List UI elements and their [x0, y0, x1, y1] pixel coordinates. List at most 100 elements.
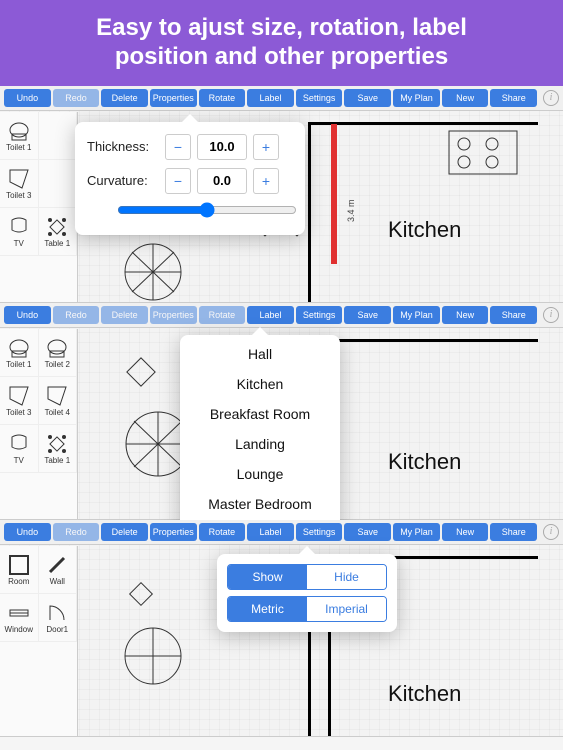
- label-option[interactable]: Master Bedroom: [180, 489, 340, 519]
- settings-button[interactable]: Settings: [296, 89, 343, 107]
- info-icon[interactable]: i: [543, 90, 559, 106]
- redo-button[interactable]: Redo: [53, 306, 100, 324]
- save-button[interactable]: Save: [344, 306, 391, 324]
- curvature-decrement[interactable]: −: [165, 168, 191, 194]
- palette-item[interactable]: Toilet 3: [0, 377, 39, 425]
- metric-button[interactable]: Metric: [228, 597, 307, 621]
- myplan-button[interactable]: My Plan: [393, 89, 440, 107]
- delete-button[interactable]: Delete: [101, 89, 148, 107]
- undo-button[interactable]: Undo: [4, 306, 51, 324]
- save-button[interactable]: Save: [344, 523, 391, 541]
- label-button[interactable]: Label: [247, 89, 294, 107]
- palette-item[interactable]: Toilet 4: [39, 377, 78, 425]
- dimension-label: 3.4 m: [346, 199, 356, 222]
- share-button[interactable]: Share: [490, 306, 537, 324]
- room-icon: [7, 553, 31, 577]
- room-label[interactable]: Kitchen: [388, 217, 461, 243]
- palette-item[interactable]: [39, 160, 78, 208]
- panel-settings: Undo Redo Delete Properties Rotate Label…: [0, 520, 563, 737]
- palette-item[interactable]: Window: [0, 594, 39, 642]
- object-palette: Toilet 1 Toilet 2 Toilet 3 Toilet 4 TV T…: [0, 329, 78, 519]
- thickness-increment[interactable]: +: [253, 134, 279, 160]
- toilet4-icon: [45, 384, 69, 408]
- label-button[interactable]: Label: [247, 523, 294, 541]
- label-option[interactable]: Breakfast Room: [180, 399, 340, 429]
- myplan-button[interactable]: My Plan: [393, 523, 440, 541]
- panel-properties: Undo Redo Delete Properties Rotate Label…: [0, 86, 563, 303]
- properties-button[interactable]: Properties: [150, 89, 197, 107]
- new-button[interactable]: New: [442, 523, 489, 541]
- toolbar: Undo Redo Delete Properties Rotate Label…: [0, 86, 563, 111]
- label-button[interactable]: Label: [247, 306, 294, 324]
- label-option[interactable]: Kitchen: [180, 369, 340, 399]
- redo-button[interactable]: Redo: [53, 89, 100, 107]
- palette-item[interactable]: Toilet 2: [39, 329, 78, 377]
- panel-label: Undo Redo Delete Properties Rotate Label…: [0, 303, 563, 520]
- stove-icon[interactable]: [448, 130, 518, 175]
- toolbar: Undo Redo Delete Properties Rotate Label…: [0, 303, 563, 328]
- palette-item[interactable]: Table 1: [39, 425, 78, 473]
- palette-item[interactable]: Toilet 1: [0, 329, 39, 377]
- curvature-increment[interactable]: +: [253, 168, 279, 194]
- settings-button[interactable]: Settings: [296, 523, 343, 541]
- palette-item[interactable]: Wall: [39, 546, 78, 594]
- palette-item[interactable]: [39, 112, 78, 160]
- label-option[interactable]: Landing: [180, 429, 340, 459]
- toilet3-icon: [7, 384, 31, 408]
- room-label[interactable]: Kitchen: [388, 681, 461, 707]
- units-segment: Metric Imperial: [227, 596, 387, 622]
- hide-button[interactable]: Hide: [307, 565, 386, 589]
- label-option[interactable]: Hall: [180, 339, 340, 369]
- thickness-decrement[interactable]: −: [165, 134, 191, 160]
- selected-wall[interactable]: [331, 124, 337, 264]
- curvature-slider[interactable]: [117, 202, 297, 218]
- toilet-icon: [7, 336, 31, 360]
- new-button[interactable]: New: [442, 89, 489, 107]
- thickness-label: Thickness:: [87, 139, 159, 154]
- delete-button[interactable]: Delete: [101, 306, 148, 324]
- settings-button[interactable]: Settings: [296, 306, 343, 324]
- info-icon[interactable]: i: [543, 524, 559, 540]
- toilet-icon: [7, 119, 31, 143]
- tv-icon: [7, 432, 31, 456]
- properties-button[interactable]: Properties: [150, 523, 197, 541]
- myplan-button[interactable]: My Plan: [393, 306, 440, 324]
- palette-item[interactable]: TV: [0, 208, 39, 256]
- label-option[interactable]: Lounge: [180, 459, 340, 489]
- undo-button[interactable]: Undo: [4, 523, 51, 541]
- undo-button[interactable]: Undo: [4, 89, 51, 107]
- palette-item[interactable]: Door1: [39, 594, 78, 642]
- share-button[interactable]: Share: [490, 523, 537, 541]
- table-icon[interactable]: [123, 576, 159, 612]
- delete-button[interactable]: Delete: [101, 523, 148, 541]
- thickness-input[interactable]: [197, 134, 247, 160]
- rotate-button[interactable]: Rotate: [199, 523, 246, 541]
- toilet3-icon: [7, 167, 31, 191]
- share-button[interactable]: Share: [490, 89, 537, 107]
- palette-item[interactable]: Table 1: [39, 208, 78, 256]
- redo-button[interactable]: Redo: [53, 523, 100, 541]
- room-label[interactable]: Kitchen: [388, 449, 461, 475]
- palette-item[interactable]: Toilet 3: [0, 160, 39, 208]
- properties-button[interactable]: Properties: [150, 306, 197, 324]
- show-hide-segment: Show Hide: [227, 564, 387, 590]
- umbrella-icon[interactable]: [118, 626, 188, 686]
- rotate-button[interactable]: Rotate: [199, 89, 246, 107]
- palette-item[interactable]: Toilet 1: [0, 112, 39, 160]
- palette-item[interactable]: Room: [0, 546, 39, 594]
- promo-header: Easy to ajust size, rotation, label posi…: [0, 0, 563, 86]
- curvature-input[interactable]: [197, 168, 247, 194]
- new-button[interactable]: New: [442, 306, 489, 324]
- curvature-label: Curvature:: [87, 173, 159, 188]
- show-button[interactable]: Show: [228, 565, 307, 589]
- table-icon[interactable]: [118, 349, 164, 395]
- save-button[interactable]: Save: [344, 89, 391, 107]
- palette-item[interactable]: TV: [0, 425, 39, 473]
- info-icon[interactable]: i: [543, 307, 559, 323]
- toolbar: Undo Redo Delete Properties Rotate Label…: [0, 520, 563, 545]
- imperial-button[interactable]: Imperial: [307, 597, 386, 621]
- wall-icon: [45, 553, 69, 577]
- umbrella-icon[interactable]: [118, 242, 188, 302]
- door-icon: [45, 601, 69, 625]
- rotate-button[interactable]: Rotate: [199, 306, 246, 324]
